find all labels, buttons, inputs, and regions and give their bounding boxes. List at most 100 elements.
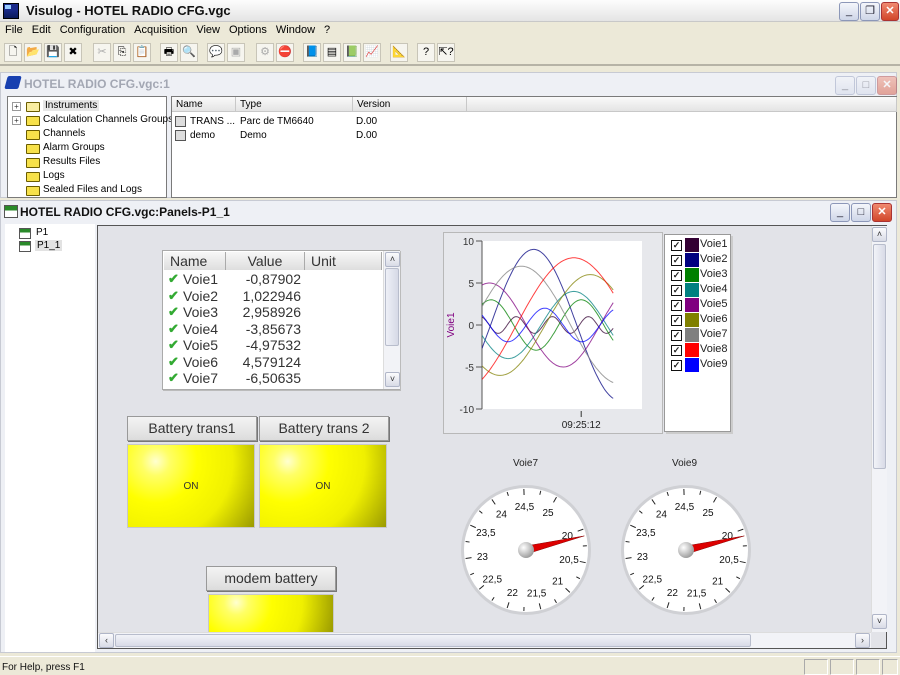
indicator-lamp-modem-battery[interactable] — [208, 594, 334, 634]
minimize-button[interactable]: _ — [839, 2, 859, 21]
config-close-button[interactable]: ✕ — [877, 76, 897, 95]
help-button[interactable]: ? — [417, 43, 435, 62]
table-row[interactable]: ✔ Voie7 -6,50635 — [163, 370, 383, 386]
tree-item-p1[interactable]: P1 — [36, 227, 48, 238]
graph-button[interactable]: 📈 — [363, 43, 381, 62]
legend-checkbox[interactable]: ✓ — [671, 300, 682, 311]
restore-button[interactable]: ❐ — [860, 2, 880, 21]
config-minimize-button[interactable]: _ — [835, 76, 855, 95]
menu-bar: File Edit Configuration Acquisition View Opti… — [0, 22, 900, 40]
book-button[interactable]: 📘 — [303, 43, 321, 62]
book-icon — [4, 76, 22, 89]
copy-icon: ⎘ — [117, 46, 127, 58]
panel-vscroll-thumb[interactable] — [873, 244, 886, 469]
expand-icon[interactable]: + — [12, 102, 21, 111]
print-preview-button[interactable]: 🔍 — [180, 43, 198, 62]
menu-view[interactable]: View — [191, 22, 224, 36]
indicator-lamp-battery-trans2[interactable]: ON — [259, 444, 387, 528]
menu-options[interactable]: Options — [224, 22, 271, 36]
menu-help[interactable]: ? — [319, 22, 334, 36]
panel-hscroll-thumb[interactable] — [115, 634, 751, 647]
scroll-down-button[interactable]: ˅ — [385, 372, 400, 387]
close-button[interactable]: ✕ — [881, 2, 899, 21]
tree-item-results-files[interactable]: Results Files — [8, 156, 166, 170]
column-header-version[interactable]: Version — [353, 97, 467, 112]
table-header-unit[interactable]: Unit — [305, 252, 382, 270]
legend-checkbox[interactable]: ✓ — [671, 345, 682, 356]
row-2-name[interactable]: demo — [190, 130, 215, 141]
panel-vertical-scrollbar[interactable]: ˄ ˅ — [871, 226, 887, 632]
scroll-thumb[interactable] — [385, 268, 399, 346]
panel-scroll-up-button[interactable]: ˄ — [872, 227, 887, 242]
new-file-button[interactable]: 🗋 — [4, 43, 22, 62]
table-row[interactable]: ✔ Voie5 -4,97532 — [163, 337, 383, 353]
panel-maximize-button[interactable]: □ — [851, 203, 871, 222]
context-help-button[interactable]: ⇱? — [437, 43, 455, 62]
gauge-tick-label: 23 — [637, 552, 649, 563]
panel-scroll-left-button[interactable]: ‹ — [99, 633, 114, 648]
paste-button[interactable]: 📋 — [133, 43, 151, 62]
table-row[interactable]: ✔ Voie3 2,958926 — [163, 304, 383, 320]
menu-acquisition[interactable]: Acquisition — [129, 22, 191, 36]
config-maximize-button[interactable]: □ — [856, 76, 876, 95]
table-header-value[interactable]: Value — [226, 252, 305, 270]
app-title-bar: Visulog - HOTEL RADIO CFG.vgc _ ❐ ✕ — [0, 0, 900, 22]
table-scrollbar[interactable]: ˄ ˅ — [383, 251, 400, 389]
tree-item-calculation-channels-groups[interactable]: + Calculation Channels Groups — [8, 114, 173, 128]
acquisition-button[interactable]: ⚙ — [256, 43, 274, 62]
expand-icon[interactable]: + — [12, 116, 21, 125]
status-pane — [830, 659, 854, 675]
tree-item-instruments[interactable]: + Instruments — [8, 100, 166, 114]
scroll-up-button[interactable]: ˄ — [385, 252, 400, 267]
notebook-button[interactable]: 📗 — [343, 43, 361, 62]
panel-scroll-down-button[interactable]: ˅ — [872, 614, 887, 629]
tree-item-alarm-groups[interactable]: Alarm Groups — [8, 142, 166, 156]
close-file-button[interactable]: ✖ — [64, 43, 82, 62]
tree-item-p1_1[interactable]: P1_1 — [35, 240, 63, 251]
legend-checkbox[interactable]: ✓ — [671, 255, 682, 266]
open-folder-button[interactable]: 📂 — [24, 43, 42, 62]
legend-swatch — [685, 238, 699, 252]
x-tick-label: 09:25:12 — [562, 420, 601, 431]
copy-button[interactable]: ⎘ — [113, 43, 131, 62]
menu-file[interactable]: File — [0, 22, 27, 36]
print-button[interactable]: 🖶 — [160, 43, 178, 62]
cut-button[interactable]: ✂ — [93, 43, 111, 62]
legend-checkbox[interactable]: ✓ — [671, 315, 682, 326]
menu-edit[interactable]: Edit — [27, 22, 55, 36]
table-header-name[interactable]: Name — [164, 252, 226, 270]
menu-configuration[interactable]: Configuration — [55, 22, 129, 36]
legend-checkbox[interactable]: ✓ — [671, 330, 682, 341]
panel-scroll-right-button[interactable]: › — [855, 633, 870, 648]
comment-button[interactable]: 💬 — [207, 43, 225, 62]
row-2-type: Demo — [240, 130, 267, 141]
device-button[interactable]: ▣ — [227, 43, 245, 62]
table-row[interactable]: ✔ Voie2 1,022946 — [163, 288, 383, 304]
tree-item-logs[interactable]: Logs — [8, 170, 166, 184]
indicator-lamp-battery-trans1[interactable]: ON — [127, 444, 255, 528]
panel-close-button[interactable]: ✕ — [872, 203, 892, 222]
column-header-name[interactable]: Name — [172, 97, 236, 112]
tree-item-sealed-files-and-logs[interactable]: Sealed Files and Logs — [8, 184, 166, 198]
new-file-icon: 🗋 — [8, 46, 18, 58]
panel-minimize-button[interactable]: _ — [830, 203, 850, 222]
table-row[interactable]: ✔ Voie4 -3,85673 — [163, 321, 383, 337]
column-header-type[interactable]: Type — [236, 97, 353, 112]
legend-checkbox[interactable]: ✓ — [671, 270, 682, 281]
tree-item-channels[interactable]: Channels — [8, 128, 166, 142]
save-button[interactable]: 💾 — [44, 43, 62, 62]
legend-checkbox[interactable]: ✓ — [671, 240, 682, 251]
table-row[interactable]: ✔ Voie6 4,579124 — [163, 354, 383, 370]
indicator-label-modem-battery: modem battery — [206, 566, 336, 591]
legend-swatch — [685, 328, 699, 342]
legend-checkbox[interactable]: ✓ — [671, 285, 682, 296]
menu-window[interactable]: Window — [271, 22, 319, 36]
row-1-name[interactable]: TRANS ... — [190, 116, 235, 127]
stop-button[interactable]: ⛔ — [276, 43, 294, 62]
measure-button[interactable]: 📐 — [390, 43, 408, 62]
panel-button[interactable]: ▤ — [323, 43, 341, 62]
panel-horizontal-scrollbar[interactable]: ‹ › — [98, 632, 871, 648]
open-folder-icon — [26, 102, 40, 112]
legend-checkbox[interactable]: ✓ — [671, 360, 682, 371]
table-row[interactable]: ✔ Voie1 -0,87902 — [163, 271, 383, 287]
